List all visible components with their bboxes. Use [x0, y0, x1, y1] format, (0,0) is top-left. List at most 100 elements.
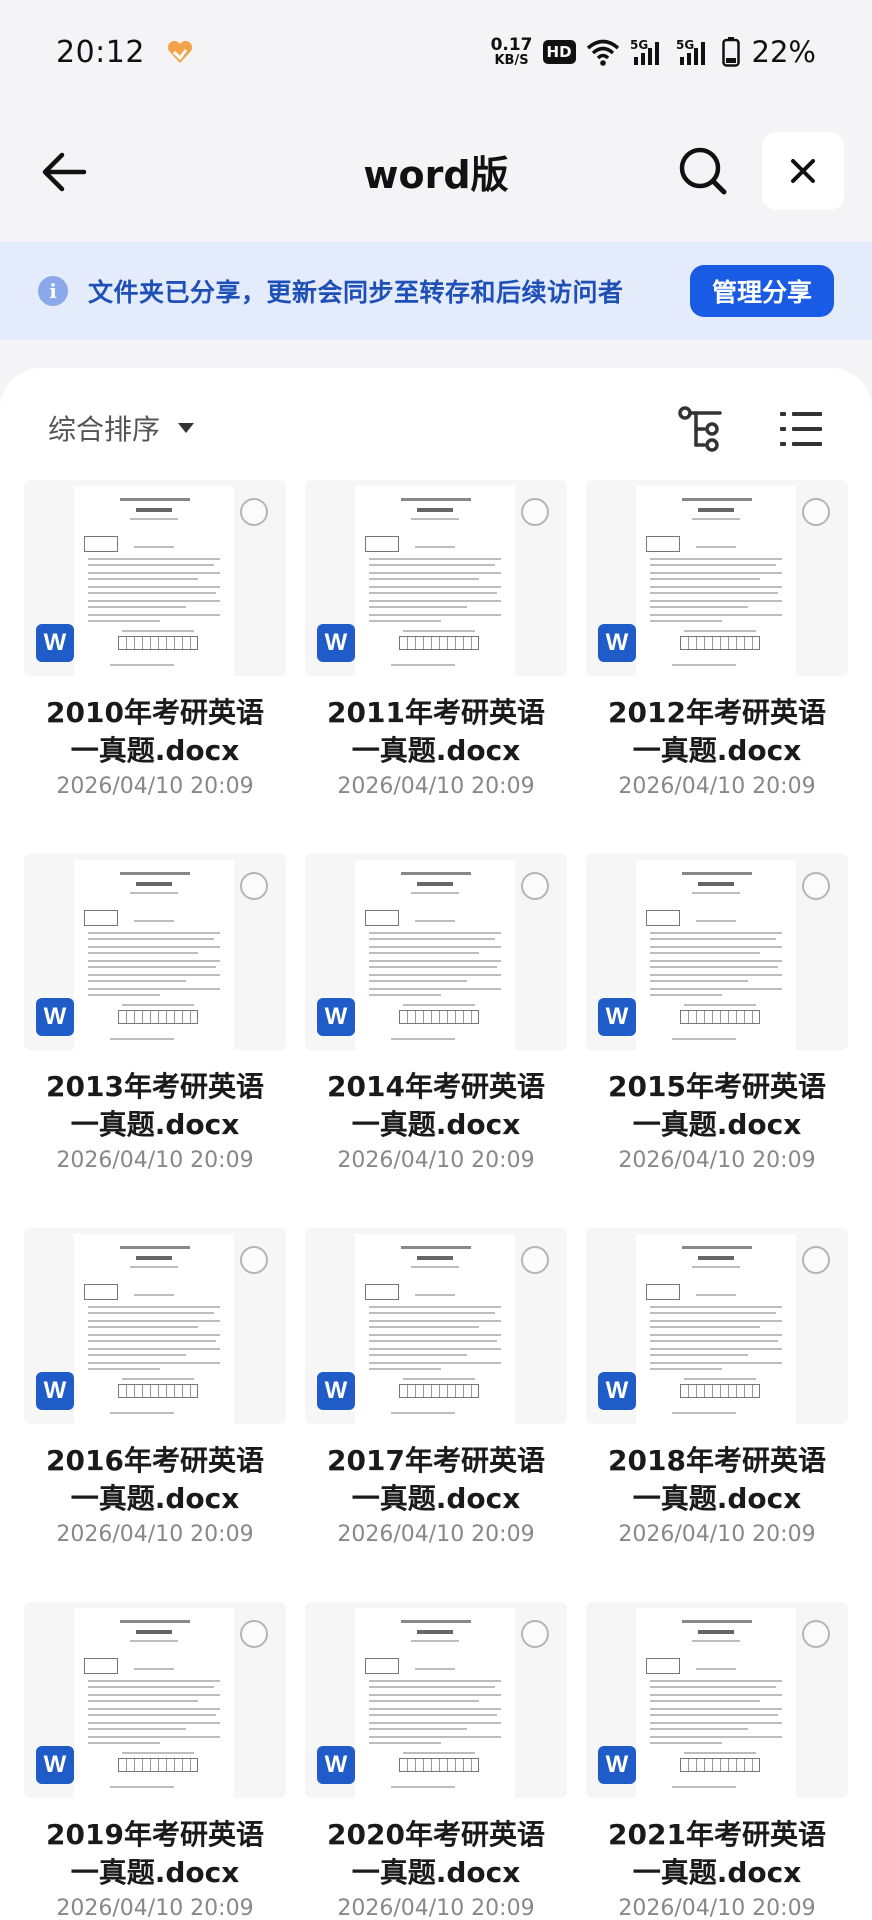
word-file-icon: W [317, 624, 355, 662]
file-name: 2012年考研英语 一真题.docx [584, 694, 850, 770]
select-checkbox[interactable] [802, 872, 830, 900]
app-header: word版 [0, 104, 872, 240]
file-date: 2026/04/10 20:09 [56, 774, 254, 799]
document-preview [636, 486, 796, 676]
file-card[interactable]: W 2020年考研英语 一真题.docx 2026/04/10 20:09 [303, 1602, 569, 1920]
select-checkbox[interactable] [521, 1620, 549, 1648]
file-date: 2026/04/10 20:09 [56, 1148, 254, 1173]
network-speed: 0.17 KB/S [490, 35, 533, 68]
file-name: 2016年考研英语 一真题.docx [22, 1442, 288, 1518]
file-name-line1: 2012年考研英语 [608, 696, 826, 729]
file-type-badge-text: W [605, 629, 629, 656]
file-card[interactable]: W 2015年考研英语 一真题.docx 2026/04/10 20:09 [584, 854, 850, 1228]
file-name-line2: 一真题.docx [351, 1856, 521, 1889]
search-icon [679, 147, 727, 195]
file-name-line1: 2019年考研英语 [46, 1818, 264, 1851]
word-file-icon: W [598, 1746, 636, 1784]
sort-label: 综合排序 [48, 413, 161, 446]
file-name-line1: 2010年考研英语 [46, 696, 264, 729]
svg-text:5G: 5G [630, 38, 648, 52]
file-card[interactable]: W 2012年考研英语 一真题.docx 2026/04/10 20:09 [584, 480, 850, 854]
file-type-badge-text: W [43, 1751, 67, 1778]
select-checkbox[interactable] [240, 872, 268, 900]
document-preview [355, 1234, 515, 1424]
file-name: 2021年考研英语 一真题.docx [584, 1816, 850, 1892]
word-file-icon: W [317, 998, 355, 1036]
file-card[interactable]: W 2017年考研英语 一真题.docx 2026/04/10 20:09 [303, 1228, 569, 1602]
tree-view-button[interactable] [676, 404, 726, 454]
file-card[interactable]: W 2021年考研英语 一真题.docx 2026/04/10 20:09 [584, 1602, 850, 1920]
list-view-button[interactable] [778, 406, 824, 452]
file-thumbnail: W [305, 480, 567, 676]
file-type-badge-text: W [324, 1003, 348, 1030]
file-name-line1: 2013年考研英语 [46, 1070, 264, 1103]
word-file-icon: W [598, 624, 636, 662]
document-preview [355, 1608, 515, 1798]
file-name: 2020年考研英语 一真题.docx [303, 1816, 569, 1892]
document-preview [636, 860, 796, 1050]
battery-icon [721, 37, 740, 67]
tree-view-icon [678, 406, 722, 452]
select-checkbox[interactable] [521, 872, 549, 900]
document-preview [74, 1608, 234, 1798]
file-card[interactable]: W 2014年考研英语 一真题.docx 2026/04/10 20:09 [303, 854, 569, 1228]
file-type-badge-text: W [605, 1377, 629, 1404]
file-date: 2026/04/10 20:09 [618, 774, 816, 799]
word-file-icon: W [317, 1372, 355, 1410]
file-name-line2: 一真题.docx [632, 1108, 802, 1141]
file-thumbnail: W [305, 854, 567, 1050]
page-title: word版 [363, 153, 509, 197]
select-checkbox[interactable] [240, 1620, 268, 1648]
file-card[interactable]: W 2018年考研英语 一真题.docx 2026/04/10 20:09 [584, 1228, 850, 1602]
file-name: 2014年考研英语 一真题.docx [303, 1068, 569, 1144]
file-card[interactable]: W 2013年考研英语 一真题.docx 2026/04/10 20:09 [22, 854, 288, 1228]
manage-share-button[interactable]: 管理分享 [689, 265, 834, 317]
file-name-line2: 一真题.docx [70, 1856, 240, 1889]
word-file-icon: W [36, 1746, 74, 1784]
search-button[interactable] [672, 140, 734, 202]
close-button[interactable] [762, 132, 844, 210]
file-card[interactable]: W 2019年考研英语 一真题.docx 2026/04/10 20:09 [22, 1602, 288, 1920]
select-checkbox[interactable] [521, 1246, 549, 1274]
select-checkbox[interactable] [802, 498, 830, 526]
file-date: 2026/04/10 20:09 [337, 774, 535, 799]
document-preview [355, 486, 515, 676]
file-name: 2013年考研英语 一真题.docx [22, 1068, 288, 1144]
file-name-line1: 2011年考研英语 [327, 696, 545, 729]
battery-percent: 22% [751, 35, 816, 69]
select-checkbox[interactable] [802, 1246, 830, 1274]
select-checkbox[interactable] [240, 1246, 268, 1274]
file-card[interactable]: W 2010年考研英语 一真题.docx 2026/04/10 20:09 [22, 480, 288, 854]
file-name-line2: 一真题.docx [632, 1856, 802, 1889]
file-name: 2017年考研英语 一真题.docx [303, 1442, 569, 1518]
network-speed-unit: KB/S [494, 53, 529, 68]
file-name-line1: 2017年考研英语 [327, 1444, 545, 1477]
file-name-line2: 一真题.docx [351, 734, 521, 767]
file-type-badge-text: W [43, 1377, 67, 1404]
file-name: 2010年考研英语 一真题.docx [22, 694, 288, 770]
signal-5g-icon: 5G [676, 38, 705, 65]
file-type-badge-text: W [43, 629, 67, 656]
select-checkbox[interactable] [240, 498, 268, 526]
file-name-line2: 一真题.docx [70, 1108, 240, 1141]
word-file-icon: W [36, 998, 74, 1036]
signal-5g-icon: 5G [630, 38, 659, 65]
file-date: 2026/04/10 20:09 [56, 1522, 254, 1547]
select-checkbox[interactable] [802, 1620, 830, 1648]
file-list-panel: 综合排序 W 2010年考研英语 一真题.docx 2026/04/10 20:… [0, 368, 872, 1920]
file-date: 2026/04/10 20:09 [337, 1522, 535, 1547]
file-card[interactable]: W 2011年考研英语 一真题.docx 2026/04/10 20:09 [303, 480, 569, 854]
file-type-badge-text: W [605, 1751, 629, 1778]
file-thumbnail: W [24, 854, 286, 1050]
file-date: 2026/04/10 20:09 [337, 1148, 535, 1173]
file-name: 2011年考研英语 一真题.docx [303, 694, 569, 770]
file-name-line2: 一真题.docx [70, 734, 240, 767]
file-card[interactable]: W 2016年考研英语 一真题.docx 2026/04/10 20:09 [22, 1228, 288, 1602]
file-thumbnail: W [586, 1602, 848, 1798]
file-thumbnail: W [24, 1228, 286, 1424]
network-speed-value: 0.17 [490, 35, 533, 55]
share-status-text: 文件夹已分享，更新会同步至转存和后续访问者 [88, 278, 624, 307]
file-grid: W 2010年考研英语 一真题.docx 2026/04/10 20:09 W … [22, 480, 852, 1920]
sort-dropdown[interactable]: 综合排序 [48, 408, 195, 448]
select-checkbox[interactable] [521, 498, 549, 526]
